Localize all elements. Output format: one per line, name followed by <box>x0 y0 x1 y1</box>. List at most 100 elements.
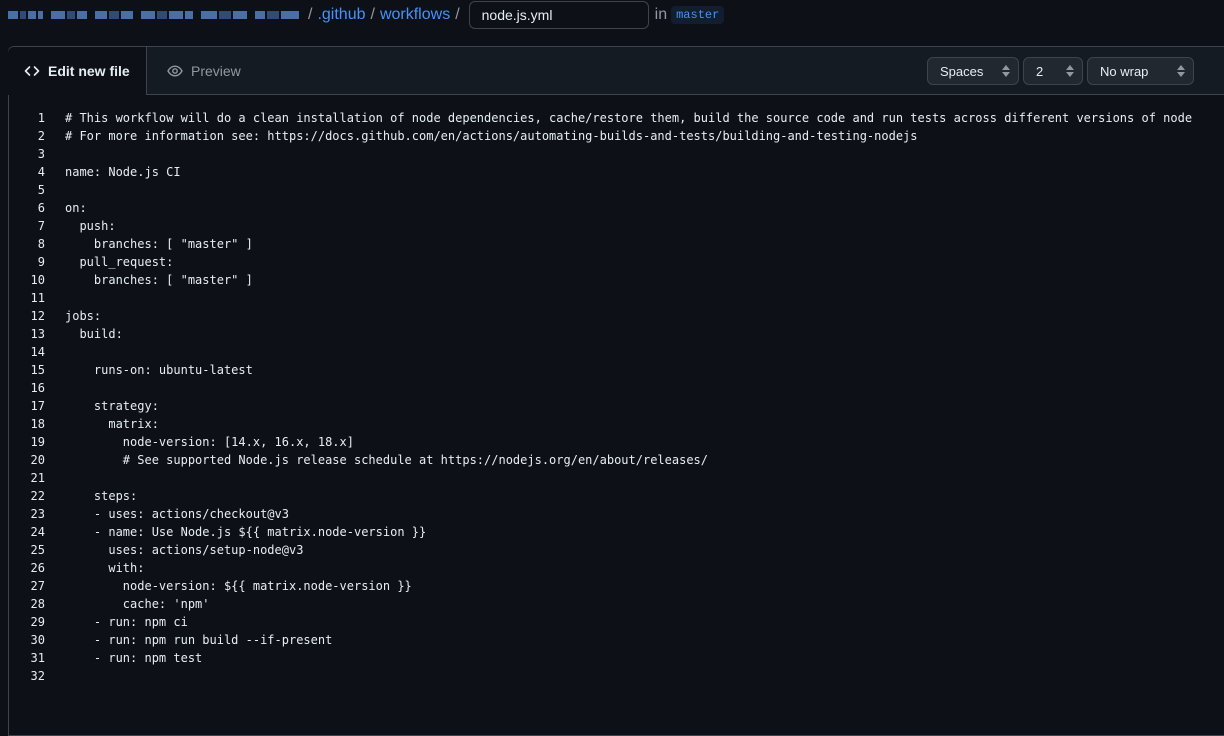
code-line-text[interactable]: - run: npm test <box>45 649 202 667</box>
code-line-text[interactable]: strategy: <box>45 397 159 415</box>
breadcrumb-github-folder[interactable]: .github <box>317 6 365 24</box>
tab-preview[interactable]: Preview <box>167 47 241 95</box>
code-line[interactable]: 10 branches: [ "master" ] <box>9 271 1224 289</box>
code-line[interactable]: 17 strategy: <box>9 397 1224 415</box>
code-line[interactable]: 9 pull_request: <box>9 253 1224 271</box>
line-number: 17 <box>30 399 45 413</box>
code-line-text[interactable] <box>45 145 65 163</box>
code-line[interactable]: 32 <box>9 667 1224 685</box>
code-line-text[interactable]: name: Node.js CI <box>45 163 181 181</box>
code-editor[interactable]: 1 # This workflow will do a clean install… <box>9 109 1224 685</box>
code-line[interactable]: 7 push: <box>9 217 1224 235</box>
line-number: 1 <box>37 111 45 125</box>
code-line-text[interactable] <box>45 289 65 307</box>
line-number: 18 <box>30 417 45 431</box>
code-line[interactable]: 18 matrix: <box>9 415 1224 433</box>
breadcrumb-separator: / <box>370 6 375 23</box>
breadcrumb-workflows-folder[interactable]: workflows <box>380 6 450 24</box>
code-line[interactable]: 29 - run: npm ci <box>9 613 1224 631</box>
filename-input[interactable] <box>468 1 649 29</box>
code-line[interactable]: 5 <box>9 181 1224 199</box>
line-number: 19 <box>30 435 45 449</box>
code-line[interactable]: 23 - uses: actions/checkout@v3 <box>9 505 1224 523</box>
line-number: 7 <box>37 219 45 233</box>
code-line-text[interactable]: matrix: <box>45 415 159 433</box>
indent-size-select[interactable]: 2 <box>1023 57 1083 85</box>
code-line-text[interactable] <box>45 343 65 361</box>
code-line[interactable]: 30 - run: npm run build --if-present <box>9 631 1224 649</box>
code-line-text[interactable] <box>45 667 65 685</box>
code-line-text[interactable] <box>45 181 65 199</box>
code-icon <box>24 63 40 79</box>
file-editor: Edit new file Preview Spaces 2 No wrap 1… <box>8 46 1224 736</box>
code-line[interactable]: 22 steps: <box>9 487 1224 505</box>
line-number: 14 <box>30 345 45 359</box>
code-line[interactable]: 2 # For more information see: https://doc… <box>9 127 1224 145</box>
code-line[interactable]: 19 node-version: [14.x, 16.x, 18.x] <box>9 433 1224 451</box>
tab-edit-new-file[interactable]: Edit new file <box>8 47 147 95</box>
line-number: 32 <box>30 669 45 683</box>
code-line[interactable]: 21 <box>9 469 1224 487</box>
line-number: 8 <box>37 237 45 251</box>
select-arrows-icon <box>1002 65 1010 77</box>
breadcrumb-separator: / <box>308 6 313 23</box>
code-line[interactable]: 6 on: <box>9 199 1224 217</box>
code-line-text[interactable]: jobs: <box>45 307 101 325</box>
eye-icon <box>167 63 183 79</box>
code-line-text[interactable]: - name: Use Node.js ${{ matrix.node-vers… <box>45 523 426 541</box>
indent-mode-value: Spaces <box>940 63 984 79</box>
code-line[interactable]: 1 # This workflow will do a clean install… <box>9 109 1224 127</box>
code-line[interactable]: 12 jobs: <box>9 307 1224 325</box>
code-line[interactable]: 3 <box>9 145 1224 163</box>
code-line-text[interactable] <box>45 379 65 397</box>
code-line[interactable]: 11 <box>9 289 1224 307</box>
code-line[interactable]: 24 - name: Use Node.js ${{ matrix.node-v… <box>9 523 1224 541</box>
code-line-text[interactable]: # This workflow will do a clean installa… <box>45 109 1192 127</box>
line-number: 10 <box>30 273 45 287</box>
line-number: 2 <box>37 129 45 143</box>
redacted-repo-path <box>8 11 299 19</box>
code-line-text[interactable]: branches: [ "master" ] <box>45 271 253 289</box>
code-line-text[interactable]: build: <box>45 325 122 343</box>
code-line[interactable]: 31 - run: npm test <box>9 649 1224 667</box>
code-line-text[interactable]: uses: actions/setup-node@v3 <box>45 541 303 559</box>
code-line-text[interactable]: - run: npm run build --if-present <box>45 631 332 649</box>
indent-size-value: 2 <box>1036 63 1044 79</box>
code-line-text[interactable]: node-version: ${{ matrix.node-version }} <box>45 577 412 595</box>
code-line-text[interactable]: node-version: [14.x, 16.x, 18.x] <box>45 433 354 451</box>
line-number: 23 <box>30 507 45 521</box>
code-line[interactable]: 16 <box>9 379 1224 397</box>
code-line-text[interactable]: - uses: actions/checkout@v3 <box>45 505 289 523</box>
code-line[interactable]: 25 uses: actions/setup-node@v3 <box>9 541 1224 559</box>
code-line-text[interactable]: cache: 'npm' <box>45 595 210 613</box>
code-line[interactable]: 27 node-version: ${{ matrix.node-version… <box>9 577 1224 595</box>
code-line[interactable]: 4 name: Node.js CI <box>9 163 1224 181</box>
editor-controls: Spaces 2 No wrap <box>927 57 1194 85</box>
code-line[interactable]: 28 cache: 'npm' <box>9 595 1224 613</box>
line-number: 21 <box>30 471 45 485</box>
code-line-text[interactable]: pull_request: <box>45 253 173 271</box>
code-line[interactable]: 8 branches: [ "master" ] <box>9 235 1224 253</box>
code-line-text[interactable]: # For more information see: https://docs… <box>45 127 918 145</box>
line-number: 26 <box>30 561 45 575</box>
code-line[interactable]: 20 # See supported Node.js release sched… <box>9 451 1224 469</box>
code-line-text[interactable]: on: <box>45 199 87 217</box>
line-number: 27 <box>30 579 45 593</box>
code-line-text[interactable]: push: <box>45 217 115 235</box>
code-line-text[interactable]: with: <box>45 559 144 577</box>
code-line[interactable]: 15 runs-on: ubuntu-latest <box>9 361 1224 379</box>
code-line-text[interactable] <box>45 469 65 487</box>
tab-preview-label: Preview <box>191 63 241 79</box>
line-number: 16 <box>30 381 45 395</box>
code-line[interactable]: 13 build: <box>9 325 1224 343</box>
line-number: 20 <box>30 453 45 467</box>
code-line[interactable]: 14 <box>9 343 1224 361</box>
indent-mode-select[interactable]: Spaces <box>927 57 1019 85</box>
code-line-text[interactable]: runs-on: ubuntu-latest <box>45 361 253 379</box>
code-line[interactable]: 26 with: <box>9 559 1224 577</box>
code-line-text[interactable]: # See supported Node.js release schedule… <box>45 451 708 469</box>
code-line-text[interactable]: - run: npm ci <box>45 613 188 631</box>
code-line-text[interactable]: branches: [ "master" ] <box>45 235 253 253</box>
wrap-mode-select[interactable]: No wrap <box>1087 57 1194 85</box>
code-line-text[interactable]: steps: <box>45 487 137 505</box>
